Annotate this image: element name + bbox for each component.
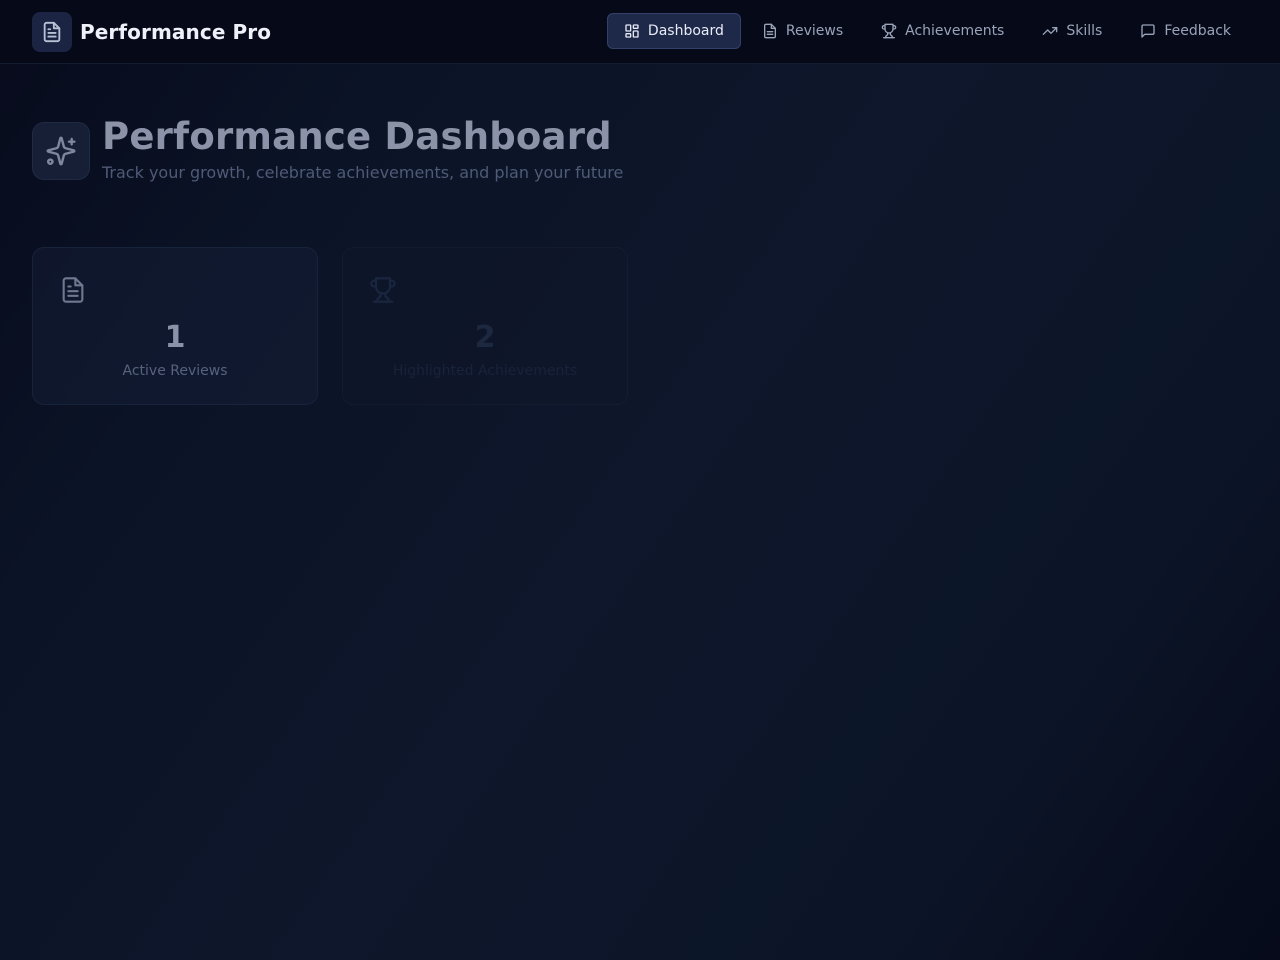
brand[interactable]: Performance Pro	[32, 12, 271, 52]
grid-icon	[624, 23, 640, 39]
nav-dashboard[interactable]: Dashboard	[606, 13, 741, 49]
nav-reviews-label: Reviews	[785, 23, 844, 39]
stat-card-active-reviews[interactable]: 1 Active Reviews	[32, 247, 318, 405]
app-title: Performance Pro	[80, 20, 272, 44]
sparkles-icon	[32, 122, 90, 180]
stat-label: Active Reviews	[122, 363, 228, 379]
stat-value: 1	[164, 320, 186, 355]
file-text-icon	[32, 12, 72, 52]
trophy-icon	[881, 23, 897, 39]
stat-value: 2	[474, 320, 496, 355]
stats-row: 1 Active Reviews 2 Highlighted Achieveme…	[32, 247, 628, 405]
message-square-icon	[1140, 23, 1156, 39]
main-nav: Dashboard Reviews Achievements Skills Fe…	[606, 13, 1248, 49]
page-header: Performance Dashboard Track your growth,…	[32, 117, 623, 182]
nav-skills[interactable]: Skills	[1025, 13, 1119, 49]
file-text-icon	[59, 274, 87, 310]
page-title: Performance Dashboard	[102, 115, 612, 158]
nav-skills-label: Skills	[1066, 23, 1103, 39]
trending-up-icon	[1042, 23, 1058, 39]
nav-dashboard-label: Dashboard	[647, 23, 724, 39]
nav-feedback[interactable]: Feedback	[1123, 13, 1248, 49]
page-subtitle: Track your growth, celebrate achievement…	[102, 163, 624, 182]
stat-card-achievements[interactable]: 2 Highlighted Achievements	[342, 247, 628, 405]
nav-feedback-label: Feedback	[1164, 23, 1231, 39]
nav-reviews[interactable]: Reviews	[745, 13, 860, 49]
stat-label: Highlighted Achievements	[392, 363, 578, 379]
nav-achievements[interactable]: Achievements	[864, 13, 1021, 49]
file-text-icon	[762, 23, 778, 39]
trophy-icon	[369, 274, 397, 310]
top-navigation-bar: Performance Pro Dashboard Reviews Achiev…	[0, 0, 1280, 64]
nav-achievements-label: Achievements	[905, 23, 1005, 39]
